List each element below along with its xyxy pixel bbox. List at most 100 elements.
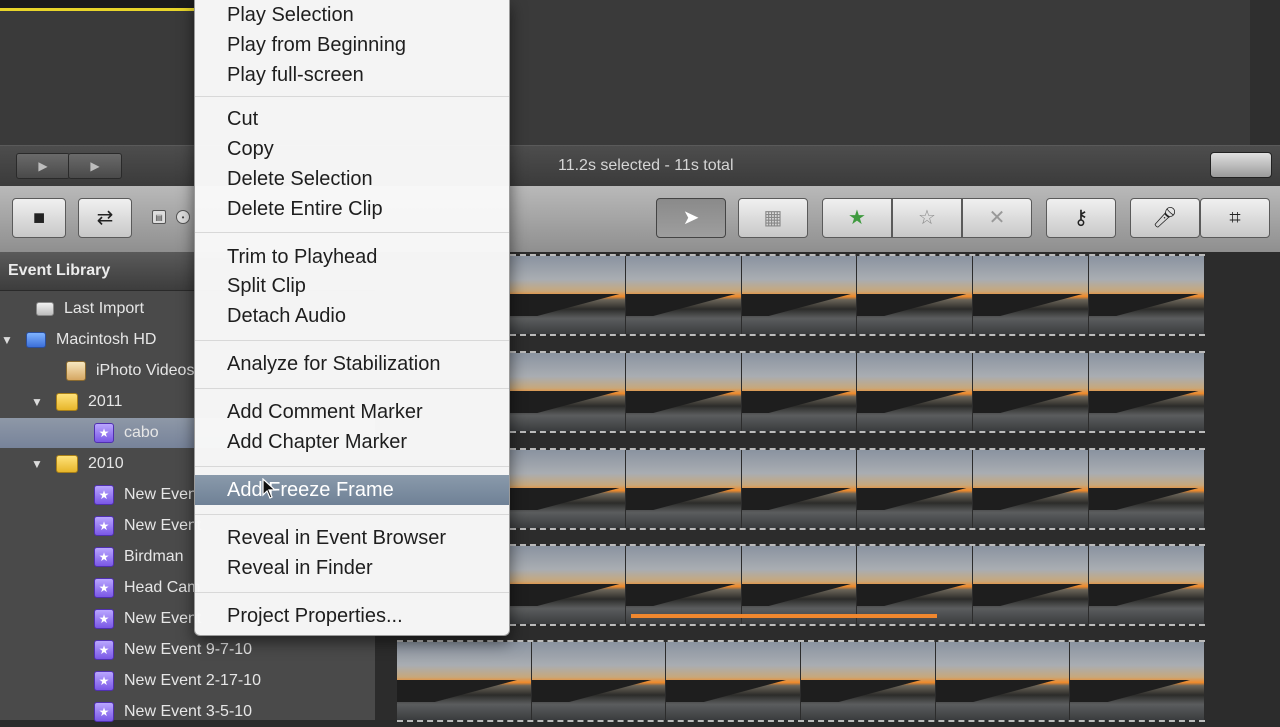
menu-item-trim-to-playhead[interactable]: Trim to Playhead <box>195 242 509 272</box>
menu-item-play-full-screen[interactable]: Play full-screen <box>195 60 509 90</box>
sunset-thumbnail <box>741 546 857 624</box>
menu-separator <box>195 232 509 233</box>
play-button[interactable]: ▶ <box>68 153 122 179</box>
menu-item-play-from-beginning[interactable]: Play from Beginning <box>195 30 509 60</box>
sunset-thumbnail <box>1089 256 1204 334</box>
crop-button[interactable]: ⌗ <box>1200 198 1270 238</box>
sunset-thumbnail <box>510 353 625 431</box>
menu-item-add-comment-marker[interactable]: Add Comment Marker <box>195 397 509 427</box>
clip-filmstrip[interactable] <box>510 448 1205 530</box>
menu-separator <box>195 388 509 389</box>
clip-filmstrip[interactable] <box>510 351 1205 433</box>
sidebar-item-label: New Event 9-7-10 <box>124 641 253 658</box>
sunset-thumbnail <box>531 642 666 720</box>
sunset-thumbnail <box>1089 546 1204 624</box>
status-strip: ▶ ▶ 11.2s selected - 11s total <box>0 145 1280 187</box>
menu-item-play-selection[interactable]: Play Selection <box>195 0 509 30</box>
disclosure-triangle-icon[interactable]: ▼ <box>0 333 14 347</box>
sunset-thumbnail <box>973 450 1089 528</box>
context-menu: Play Selection Play from Beginning Play fu… <box>194 0 510 636</box>
crop-icon: ⌗ <box>1229 207 1241 229</box>
sidebar-item[interactable]: ★ New Event 2-17-10 <box>0 666 375 696</box>
menu-separator <box>195 340 509 341</box>
sidebar-item-label: New Event 2-17-10 <box>124 672 261 689</box>
disclosure-triangle-icon[interactable]: ▼ <box>30 457 44 471</box>
menu-item-copy[interactable]: Copy <box>195 134 509 164</box>
selection-range-bar[interactable] <box>631 614 937 618</box>
viewer-area <box>0 0 1280 145</box>
swap-button[interactable]: ⇄ <box>78 198 132 238</box>
sidebar-item-label: cabo <box>124 424 159 441</box>
event-star-icon: ★ <box>94 516 114 536</box>
camera-icon: ■ <box>32 207 46 229</box>
sunset-thumbnail <box>973 546 1089 624</box>
sunset-thumbnail <box>741 450 857 528</box>
play-full-screen-button[interactable]: ▶ <box>16 153 70 179</box>
sidebar-item-label: Last Import <box>64 300 145 317</box>
sunset-thumbnail <box>625 353 741 431</box>
options-icon[interactable]: • <box>176 210 190 224</box>
event-browser[interactable] <box>375 252 1280 722</box>
menu-item-add-freeze-frame[interactable]: Add Freeze Frame <box>195 475 509 505</box>
sidebar-item[interactable]: ★ New Event 9-7-10 <box>0 635 375 665</box>
play-icon: ▶ <box>90 159 100 173</box>
keyword-button[interactable]: ⚷ <box>1046 198 1116 238</box>
select-tool-button[interactable]: ➤ <box>656 198 726 238</box>
menu-item-project-properties[interactable]: Project Properties... <box>195 601 509 631</box>
folder-icon <box>56 393 78 411</box>
events-view-icon[interactable]: ▤ <box>152 210 166 224</box>
viewer-right-edge <box>1250 0 1280 145</box>
sunset-thumbnail <box>625 256 741 334</box>
mark-favorite-button[interactable]: ★ <box>822 198 892 238</box>
menu-item-delete-selection[interactable]: Delete Selection <box>195 164 509 194</box>
menu-item-add-chapter-marker[interactable]: Add Chapter Marker <box>195 427 509 457</box>
sidebar-item[interactable]: ★ New Event 3-5-10 <box>0 697 375 727</box>
arrow-cursor-icon <box>262 478 277 499</box>
menu-item-cut[interactable]: Cut <box>195 104 509 134</box>
sunset-thumbnail <box>510 256 625 334</box>
clip-filmstrip[interactable] <box>397 640 1205 722</box>
arrow-select-icon: ➤ <box>682 207 700 229</box>
event-star-icon: ★ <box>94 702 114 722</box>
sidebar-item-label: Birdman <box>124 548 184 565</box>
keyword-key-icon: ⚷ <box>1073 207 1089 229</box>
menu-separator <box>195 592 509 593</box>
menu-item-detach-audio[interactable]: Detach Audio <box>195 301 509 331</box>
sidebar-item-label: Head Cam <box>124 579 201 596</box>
disclosure-triangle-icon[interactable]: ▼ <box>30 395 44 409</box>
clip-filmstrip[interactable] <box>510 254 1205 336</box>
thumbnail-size-slider[interactable] <box>1210 152 1272 178</box>
menu-separator <box>195 514 509 515</box>
menu-item-delete-entire-clip[interactable]: Delete Entire Clip <box>195 194 509 224</box>
event-star-icon: ★ <box>94 547 114 567</box>
sidebar-item-label: New Event <box>124 517 202 534</box>
sunset-thumbnail <box>1089 450 1204 528</box>
menu-item-reveal-in-finder[interactable]: Reveal in Finder <box>195 553 509 583</box>
voiceover-button[interactable]: 🎤︎ <box>1130 198 1200 238</box>
folder-icon <box>56 455 78 473</box>
voiceover-mic-icon: 🎤︎ <box>1152 207 1178 229</box>
sidebar-item-label: New Event <box>124 486 202 503</box>
sunset-thumbnail <box>857 450 973 528</box>
menu-item-analyze-for-stabilization[interactable]: Analyze for Stabilization <box>195 349 509 379</box>
event-star-icon: ★ <box>94 485 114 505</box>
camera-import-button[interactable]: ■ <box>12 198 66 238</box>
menu-item-split-clip[interactable]: Split Clip <box>195 271 509 301</box>
unmark-star-icon: ☆ <box>918 207 936 229</box>
sunset-thumbnail <box>741 353 857 431</box>
add-to-project-icon: ▦ <box>763 207 783 229</box>
sunset-thumbnail <box>625 450 741 528</box>
add-to-project-button[interactable]: ▦ <box>738 198 808 238</box>
hard-drive-icon <box>26 332 46 348</box>
favorite-star-icon: ★ <box>848 207 866 229</box>
play-screen-icon: ▶ <box>38 159 48 173</box>
sunset-thumbnail <box>935 642 1070 720</box>
last-import-icon <box>36 302 54 316</box>
menu-item-reveal-in-event-browser[interactable]: Reveal in Event Browser <box>195 523 509 553</box>
sunset-thumbnail <box>666 642 801 720</box>
sunset-thumbnail <box>1089 353 1204 431</box>
sunset-thumbnail <box>801 642 935 720</box>
swap-arrows-icon: ⇄ <box>96 207 114 229</box>
unmark-button[interactable]: ☆ <box>892 198 962 238</box>
reject-button[interactable]: ✕ <box>962 198 1032 238</box>
